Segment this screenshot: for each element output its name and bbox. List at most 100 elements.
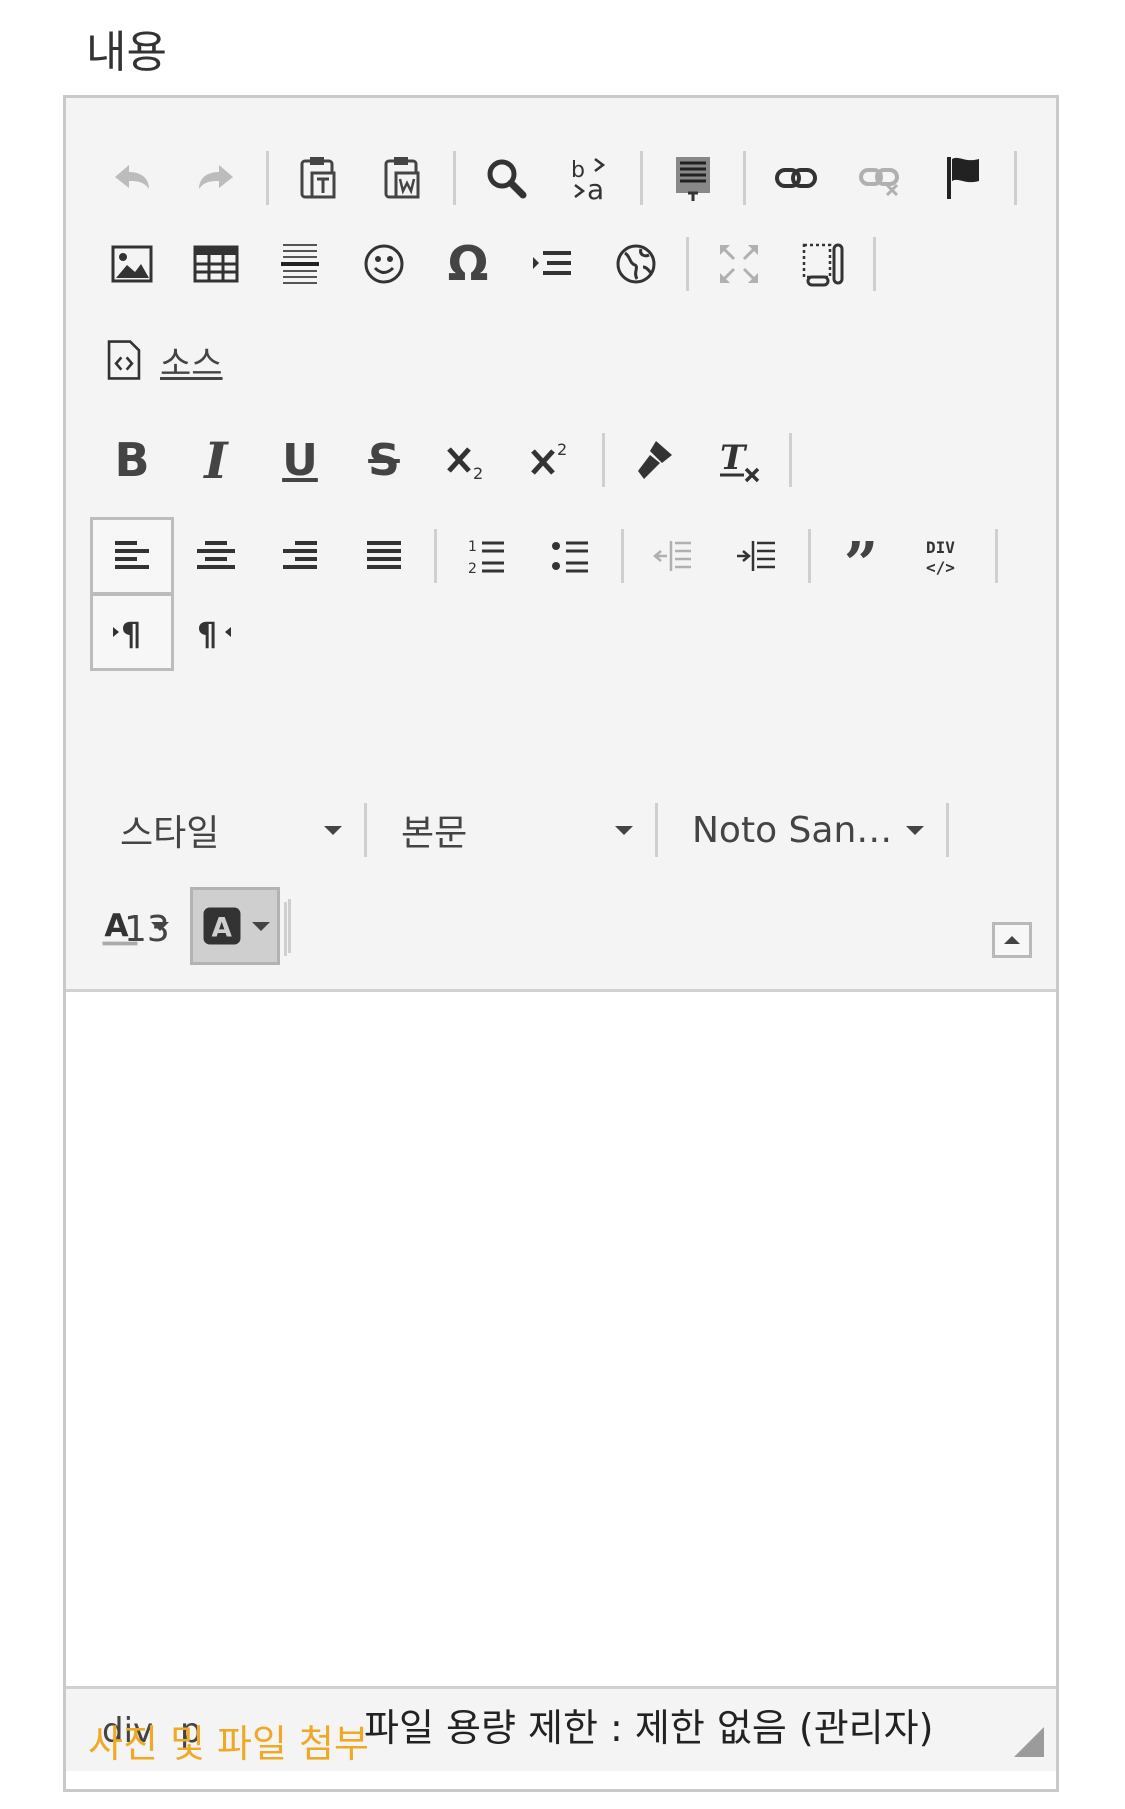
image-icon (111, 245, 153, 283)
text-color-icon: A (102, 908, 138, 946)
toolbar-separator (453, 151, 456, 205)
source-icon (107, 340, 141, 380)
outdent-icon (653, 541, 691, 571)
rtl-button[interactable]: ¶ (174, 593, 258, 671)
indent-block-icon (533, 251, 571, 275)
align-right-button[interactable] (258, 517, 342, 595)
paste-word-button[interactable] (361, 139, 445, 217)
svg-text:¶: ¶ (197, 615, 217, 653)
svg-text:T: T (720, 438, 748, 478)
file-size-limit-text: 파일 용량 제한 : 제한 없음 (관리자) (364, 1706, 934, 1750)
editor-content-area[interactable] (66, 992, 1056, 1686)
toolbar-separator (621, 529, 624, 583)
resize-grip-icon[interactable] (1014, 1727, 1044, 1757)
anchor-button[interactable] (922, 139, 1006, 217)
toolbar-separator (995, 529, 998, 583)
link-icon (775, 168, 817, 188)
special-char-button[interactable]: Ω (426, 225, 510, 303)
replace-icon: ba (571, 158, 606, 203)
bold-button[interactable]: B (90, 421, 174, 499)
subscript-icon: 2 (447, 447, 483, 483)
smiley-button[interactable] (342, 225, 426, 303)
iframe-button[interactable] (594, 225, 678, 303)
chevron-down-icon (615, 825, 633, 835)
svg-text:2: 2 (473, 464, 483, 483)
editor-toolbar: ba Ω 소스 B I U S 2 2 T 1 2 ” DIV </> ¶ ¶ … (66, 98, 1056, 992)
source-label: 소스 (160, 343, 223, 384)
svg-text:2: 2 (468, 561, 477, 577)
toolbar-row-3: 소스 (90, 320, 235, 400)
style-combo[interactable]: 스타일 (90, 790, 360, 870)
horizontal-rule-icon (281, 244, 319, 284)
strike-button[interactable]: S (342, 421, 426, 499)
replace-button[interactable]: ba (548, 139, 632, 217)
table-icon (193, 245, 239, 283)
align-center-icon (197, 541, 235, 569)
templates-button[interactable] (651, 139, 735, 217)
paste-text-icon (300, 157, 336, 199)
collapse-toolbar-button[interactable] (992, 922, 1032, 958)
unlink-button[interactable] (838, 139, 922, 217)
toolbar-separator (789, 433, 792, 487)
toolbar-row-1: ba (90, 138, 1025, 218)
toolbar-row-5: 12 ” DIV </> (90, 516, 1006, 596)
toolbar-separator (686, 237, 689, 291)
content-field-label: 내용 (86, 27, 167, 78)
toolbar-separator (873, 237, 876, 291)
toolbar-row-6: ¶ ¶ (90, 592, 258, 672)
chevron-down-icon (324, 825, 342, 835)
bold-icon: B (114, 433, 150, 487)
image-button[interactable] (90, 225, 174, 303)
toolbar-separator (364, 803, 367, 857)
blockquote-icon: ” (843, 530, 879, 600)
outdent-button[interactable] (632, 517, 716, 595)
indent-block-button[interactable] (510, 225, 594, 303)
svg-text:</>: </> (926, 558, 955, 577)
attach-files-link[interactable]: 사진 및 파일 첨부 (88, 1713, 369, 1768)
text-color-button[interactable]: A (88, 887, 178, 965)
copy-format-button[interactable] (613, 421, 697, 499)
svg-text:1: 1 (468, 539, 477, 555)
align-left-button[interactable] (90, 517, 174, 595)
align-right-icon (283, 541, 317, 569)
link-button[interactable] (754, 139, 838, 217)
toolbar-separator (655, 803, 658, 857)
toolbar-separator (602, 433, 605, 487)
create-div-button[interactable]: DIV </> (903, 517, 987, 595)
paste-text-button[interactable] (277, 139, 361, 217)
remove-format-button[interactable]: T (697, 421, 781, 499)
align-justify-button[interactable] (342, 517, 426, 595)
undo-button[interactable] (90, 139, 174, 217)
toolbar-row-7: 스타일 본문 Noto San… (90, 790, 953, 870)
svg-text:A: A (104, 908, 129, 944)
format-combo[interactable]: 본문 (371, 790, 651, 870)
redo-button[interactable] (174, 139, 258, 217)
table-button[interactable] (174, 225, 258, 303)
horizontal-rule-button[interactable] (258, 225, 342, 303)
maximize-icon (720, 245, 758, 283)
ltr-button[interactable]: ¶ (90, 593, 174, 671)
copy-format-icon (638, 441, 672, 479)
numbered-list-button[interactable]: 12 (445, 517, 529, 595)
create-div-icon: DIV</> (926, 538, 955, 577)
bg-color-icon: A (203, 907, 241, 945)
font-combo[interactable]: Noto San… (662, 790, 942, 870)
unlink-icon (859, 168, 899, 197)
find-button[interactable] (464, 139, 548, 217)
maximize-button[interactable] (697, 225, 781, 303)
chevron-down-icon (906, 825, 924, 835)
source-button[interactable]: 소스 (90, 321, 235, 399)
indent-button[interactable] (716, 517, 800, 595)
align-center-button[interactable] (174, 517, 258, 595)
subscript-button[interactable]: 2 (426, 421, 510, 499)
bulleted-list-button[interactable] (529, 517, 613, 595)
show-blocks-button[interactable] (781, 225, 865, 303)
italic-button[interactable]: I (174, 421, 258, 499)
show-blocks-icon (802, 243, 844, 287)
format-combo-value: 본문 (401, 813, 468, 854)
smiley-icon (364, 244, 404, 284)
superscript-button[interactable]: 2 (510, 421, 594, 499)
bg-color-button[interactable]: A (190, 887, 280, 965)
underline-button[interactable]: U (258, 421, 342, 499)
blockquote-button[interactable]: ” (819, 517, 903, 595)
